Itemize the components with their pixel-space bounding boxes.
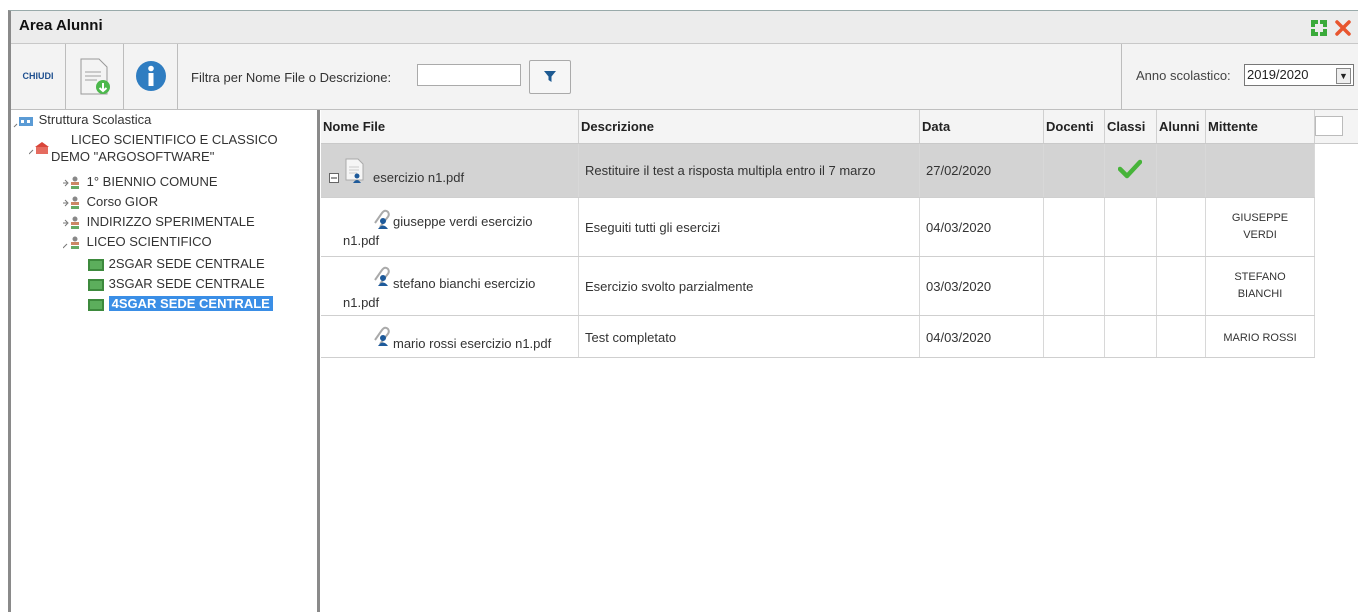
column-header-docenti[interactable]: Docenti: [1044, 110, 1105, 143]
table-row[interactable]: mario rossi esercizio n1.pdf Test comple…: [321, 316, 1315, 358]
tree-item-sperimentale[interactable]: INDIRIZZO SPERIMENTALE: [63, 214, 255, 231]
file-user-icon: [345, 158, 364, 183]
area-alunni-window: Area Alunni CHIUDI Filtra per Nome File …: [8, 10, 1358, 612]
table-row[interactable]: stefano bianchi esercizio n1.pdf Eserciz…: [321, 257, 1315, 316]
file-name-line2: n1.pdf: [343, 233, 380, 248]
tree-class-label: 2SGAR SEDE CENTRALE: [108, 256, 265, 271]
file-date: 04/03/2020: [926, 220, 992, 235]
column-header-descrizione[interactable]: Descrizione: [579, 110, 920, 143]
tree-class-2sgar[interactable]: 2SGAR SEDE CENTRALE: [87, 256, 265, 272]
maximize-icon[interactable]: [1310, 19, 1328, 37]
docenti-cell: [1044, 316, 1105, 357]
tree-school-label-2: DEMO "ARGOSOFTWARE": [51, 149, 215, 164]
file-name-line2: n1.pdf: [343, 295, 380, 310]
tree-root-label: Struttura Scolastica: [38, 112, 152, 127]
school-icon: [29, 142, 49, 155]
checkmark-icon: [1118, 159, 1142, 179]
course-icon: [63, 216, 79, 229]
add-document-icon: [80, 58, 110, 95]
close-icon[interactable]: [1334, 19, 1352, 37]
sender-line1: STEFANO: [1234, 271, 1286, 283]
filter-input[interactable]: [417, 64, 521, 86]
tree-item-corso-gior[interactable]: Corso GIOR: [63, 194, 158, 211]
column-header-alunni[interactable]: Alunni: [1157, 110, 1206, 143]
column-header-nome-file[interactable]: Nome File: [321, 110, 579, 143]
docenti-cell: [1044, 198, 1105, 256]
tree-item-label: 1° BIENNIO COMUNE: [86, 174, 218, 189]
sender-line2: BIANCHI: [1237, 288, 1283, 300]
tree-class-3sgar[interactable]: 3SGAR SEDE CENTRALE: [87, 276, 265, 292]
file-description: Restituire il test a risposta multipla e…: [585, 163, 876, 178]
filter-icon: [544, 71, 556, 82]
column-header-mittente[interactable]: Mittente: [1206, 110, 1315, 143]
tree-item-label: INDIRIZZO SPERIMENTALE: [86, 214, 255, 229]
sender-line2: VERDI: [1243, 229, 1277, 241]
school-year-label: Anno scolastico:: [1136, 68, 1231, 83]
info-button[interactable]: [124, 44, 178, 109]
tree-root[interactable]: Struttura Scolastica: [13, 112, 151, 128]
alunni-cell: [1157, 144, 1206, 197]
title-bar: Area Alunni: [11, 11, 1358, 44]
alunni-cell: [1157, 198, 1206, 256]
table-row[interactable]: esercizio n1.pdf Restituire il test a ri…: [321, 144, 1315, 198]
table-row[interactable]: giuseppe verdi esercizio n1.pdf Eseguiti…: [321, 198, 1315, 257]
info-icon: [136, 61, 166, 91]
attachment-user-icon: [374, 326, 390, 346]
chevron-down-icon: ▼: [1336, 68, 1351, 84]
window-title: Area Alunni: [19, 17, 103, 34]
course-icon: [63, 196, 79, 209]
file-name: mario rossi esercizio n1.pdf: [393, 336, 552, 351]
school-year-select[interactable]: 2019/2020 ▼: [1244, 64, 1354, 86]
classi-cell: [1105, 257, 1157, 315]
mittente-cell: [1206, 144, 1315, 197]
file-description: Test completato: [585, 330, 677, 345]
attachment-user-icon: [374, 266, 390, 286]
column-header-data[interactable]: Data: [920, 110, 1044, 143]
toolbar: CHIUDI Filtra per Nome File o Descrizion…: [11, 44, 1358, 110]
column-header-classi[interactable]: Classi: [1105, 110, 1157, 143]
sender: MARIO ROSSI: [1223, 332, 1297, 344]
school-structure-tree: Struttura Scolastica LICEO SCIENTIFICO E…: [11, 110, 320, 612]
classi-cell: [1105, 316, 1157, 357]
files-grid: Nome File Descrizione Data Docenti Class…: [321, 110, 1358, 612]
file-name-line1: stefano bianchi esercizio: [393, 276, 536, 291]
building-icon: [13, 116, 33, 127]
alunni-cell: [1157, 316, 1206, 357]
classroom-icon: [88, 258, 104, 271]
docenti-cell: [1044, 144, 1105, 197]
file-date: 04/03/2020: [926, 330, 992, 345]
filter-button[interactable]: [529, 60, 571, 94]
tree-item-biennio[interactable]: 1° BIENNIO COMUNE: [63, 174, 218, 191]
tree-item-liceo-scientifico[interactable]: LICEO SCIENTIFICO: [63, 234, 212, 251]
close-button[interactable]: CHIUDI: [11, 44, 66, 109]
tree-school-label-1: LICEO SCIENTIFICO E CLASSICO: [71, 132, 278, 147]
file-description: Esercizio svolto parzialmente: [585, 279, 754, 294]
column-chooser-button[interactable]: [1315, 116, 1343, 136]
file-date: 27/02/2020: [926, 163, 992, 178]
tree-class-label: 3SGAR SEDE CENTRALE: [108, 276, 265, 291]
docenti-cell: [1044, 257, 1105, 315]
add-file-button[interactable]: [66, 44, 124, 109]
tree-item-label: LICEO SCIENTIFICO: [86, 234, 212, 249]
tree-class-label: 4SGAR SEDE CENTRALE: [108, 296, 273, 311]
file-name-line1: giuseppe verdi esercizio: [393, 214, 533, 229]
alunni-cell: [1157, 257, 1206, 315]
file-name: esercizio n1.pdf: [373, 170, 465, 185]
school-year-section: Anno scolastico: 2019/2020 ▼: [1121, 44, 1358, 109]
classi-cell: [1105, 198, 1157, 256]
tree-item-label: Corso GIOR: [86, 194, 159, 209]
course-icon: [63, 176, 79, 189]
file-description: Eseguiti tutti gli esercizi: [585, 220, 721, 235]
collapse-icon[interactable]: [329, 173, 339, 183]
classroom-icon: [88, 298, 104, 311]
sender-line1: GIUSEPPE: [1231, 212, 1289, 224]
file-date: 03/03/2020: [926, 279, 992, 294]
classroom-icon: [88, 278, 104, 291]
grid-header: Nome File Descrizione Data Docenti Class…: [321, 110, 1358, 144]
school-year-value: 2019/2020: [1247, 67, 1309, 82]
attachment-user-icon: [374, 209, 390, 229]
tree-class-4sgar[interactable]: 4SGAR SEDE CENTRALE: [87, 296, 273, 312]
course-icon: [63, 236, 79, 249]
filter-label: Filtra per Nome File o Descrizione:: [191, 70, 392, 85]
